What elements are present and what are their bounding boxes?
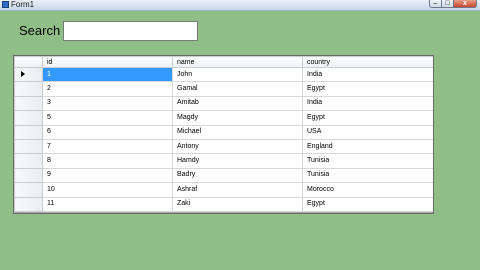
table-row[interactable]: 11 Zaki Egypt (14, 196, 433, 212)
grid-corner-header[interactable] (14, 56, 43, 68)
cell-id[interactable]: 8 (42, 153, 173, 169)
cell-name[interactable]: Gamal (172, 81, 303, 97)
cell-id[interactable]: 9 (42, 167, 173, 184)
table-row[interactable]: 1 John India (14, 66, 433, 83)
row-header[interactable] (14, 81, 43, 97)
row-header[interactable] (14, 66, 43, 83)
cell-country[interactable]: Morocco (302, 182, 433, 198)
table-row[interactable]: 7 Antony England (14, 138, 433, 155)
title-bar[interactable]: Form1 – □ x (0, 0, 480, 11)
close-button[interactable]: x (454, 0, 477, 8)
row-header[interactable] (14, 124, 43, 140)
cell-country[interactable]: India (302, 95, 433, 112)
cell-country[interactable]: India (302, 66, 433, 83)
grid-table: id name country 1 John India 2 Gamal Egy… (14, 56, 433, 212)
window-title: Form1 (11, 0, 35, 9)
cell-name[interactable]: Hamdy (172, 153, 303, 169)
grid-header-row: id name country (14, 56, 433, 68)
minimize-button[interactable]: – (429, 0, 442, 8)
table-row[interactable]: 6 Michael USA (14, 124, 433, 140)
row-header[interactable] (14, 138, 43, 155)
column-header-id[interactable]: id (42, 56, 173, 68)
cell-id[interactable]: 6 (42, 124, 173, 140)
row-header[interactable] (14, 110, 43, 126)
cell-name[interactable]: Antony (172, 138, 303, 155)
table-row[interactable]: 3 Amitab India (14, 95, 433, 112)
window-controls: – □ x (429, 0, 477, 8)
cell-id[interactable]: 11 (42, 196, 173, 212)
cell-id[interactable]: 3 (42, 95, 173, 112)
table-row[interactable]: 8 Hamdy Tunisia (14, 153, 433, 169)
cell-name[interactable]: John (172, 66, 303, 83)
row-header[interactable] (14, 196, 43, 212)
cell-id[interactable]: 1 (42, 66, 173, 83)
search-label: Search (19, 23, 61, 38)
cell-country[interactable]: Egypt (302, 196, 433, 212)
cell-name[interactable]: Badry (172, 167, 303, 184)
cell-country[interactable]: Egypt (302, 81, 433, 97)
column-header-country[interactable]: country (302, 56, 433, 68)
row-header[interactable] (14, 95, 43, 112)
column-header-name[interactable]: name (172, 56, 303, 68)
cell-id[interactable]: 7 (42, 138, 173, 155)
table-row[interactable]: 9 Badry Tunisia (14, 167, 433, 184)
table-row[interactable]: 10 Ashraf Morocco (14, 182, 433, 198)
cell-country[interactable]: USA (302, 124, 433, 140)
cell-name[interactable]: Ashraf (172, 182, 303, 198)
cell-name[interactable]: Amitab (172, 95, 303, 112)
row-pointer-icon (21, 71, 25, 77)
cell-country[interactable]: Egypt (302, 110, 433, 126)
row-header[interactable] (14, 153, 43, 169)
cell-id[interactable]: 2 (42, 81, 173, 97)
cell-name[interactable]: Michael (172, 124, 303, 140)
maximize-button[interactable]: □ (442, 0, 454, 8)
cell-country[interactable]: Tunisia (302, 167, 433, 184)
cell-name[interactable]: Magdy (172, 110, 303, 126)
table-row[interactable]: 2 Gamal Egypt (14, 81, 433, 97)
cell-country[interactable]: England (302, 138, 433, 155)
cell-id[interactable]: 5 (42, 110, 173, 126)
cell-country[interactable]: Tunisia (302, 153, 433, 169)
row-header[interactable] (14, 182, 43, 198)
form-icon[interactable] (2, 1, 9, 8)
search-input[interactable] (63, 21, 198, 41)
data-grid[interactable]: id name country 1 John India 2 Gamal Egy… (13, 55, 434, 214)
cell-name[interactable]: Zaki (172, 196, 303, 212)
table-row[interactable]: 5 Magdy Egypt (14, 110, 433, 126)
row-header[interactable] (14, 167, 43, 184)
cell-id[interactable]: 10 (42, 182, 173, 198)
form-window: Form1 – □ x Search id name country 1 Joh… (0, 0, 480, 270)
